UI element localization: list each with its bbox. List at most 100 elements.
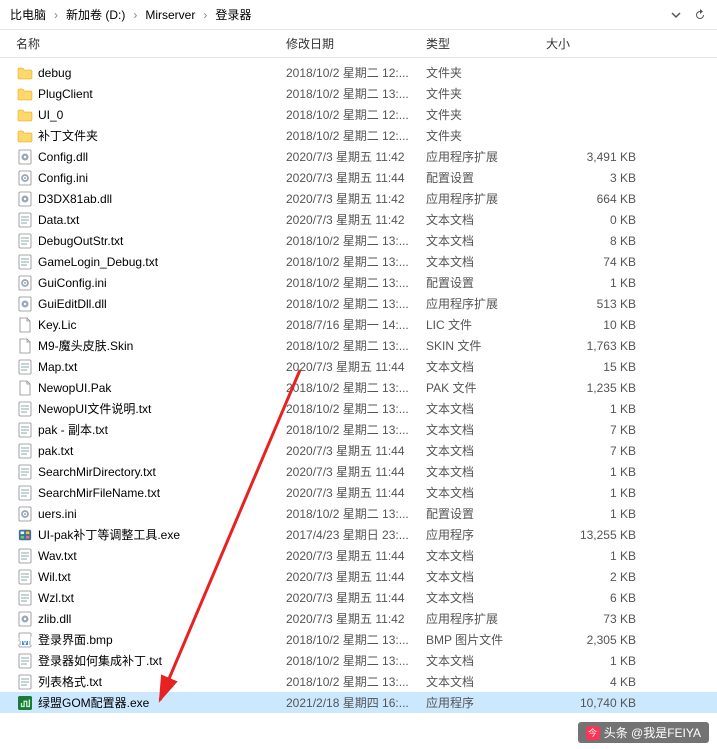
- gear-icon: [16, 611, 34, 627]
- file-name: GuiEditDll.dll: [38, 297, 286, 311]
- file-row[interactable]: pak.txt 2020/7/3 星期五 11:44 文本文档 7 KB: [0, 440, 717, 461]
- file-row[interactable]: 登录器如何集成补丁.txt 2018/10/2 星期二 13:... 文本文档 …: [0, 650, 717, 671]
- file-list: debug 2018/10/2 星期二 12:... 文件夹 PlugClien…: [0, 58, 717, 713]
- file-row[interactable]: debug 2018/10/2 星期二 12:... 文件夹: [0, 62, 717, 83]
- file-size: 6 KB: [546, 591, 636, 605]
- breadcrumb-bar: 比电脑 › 新加卷 (D:) › Mirserver › 登录器: [0, 0, 717, 30]
- file-type: 文本文档: [426, 400, 546, 417]
- file-row[interactable]: SearchMirFileName.txt 2020/7/3 星期五 11:44…: [0, 482, 717, 503]
- file-date: 2020/7/3 星期五 11:44: [286, 568, 426, 585]
- file-row[interactable]: zlib.dll 2020/7/3 星期五 11:42 应用程序扩展 73 KB: [0, 608, 717, 629]
- watermark-text: 头条 @我是FEIYA: [604, 724, 701, 741]
- file-row[interactable]: 绿盟GOM配置器.exe 2021/2/18 星期四 16:... 应用程序 1…: [0, 692, 717, 713]
- file-date: 2020/7/3 星期五 11:44: [286, 547, 426, 564]
- file-row[interactable]: 补丁文件夹 2018/10/2 星期二 12:... 文件夹: [0, 125, 717, 146]
- file-name: SearchMirFileName.txt: [38, 486, 286, 500]
- file-size: 1 KB: [546, 654, 636, 668]
- file-name: NewopUI.Pak: [38, 381, 286, 395]
- file-icon: [16, 380, 34, 396]
- file-row[interactable]: Wav.txt 2020/7/3 星期五 11:44 文本文档 1 KB: [0, 545, 717, 566]
- file-date: 2018/10/2 星期二 13:...: [286, 232, 426, 249]
- file-row[interactable]: UI-pak补丁等调整工具.exe 2017/4/23 星期日 23:... 应…: [0, 524, 717, 545]
- file-date: 2020/7/3 星期五 11:44: [286, 589, 426, 606]
- file-date: 2018/10/2 星期二 13:...: [286, 295, 426, 312]
- file-row[interactable]: Config.ini 2020/7/3 星期五 11:44 配置设置 3 KB: [0, 167, 717, 188]
- file-name: zlib.dll: [38, 612, 286, 626]
- file-type: SKIN 文件: [426, 337, 546, 354]
- file-row[interactable]: Wil.txt 2020/7/3 星期五 11:44 文本文档 2 KB: [0, 566, 717, 587]
- file-row[interactable]: PlugClient 2018/10/2 星期二 13:... 文件夹: [0, 83, 717, 104]
- file-type: 文本文档: [426, 253, 546, 270]
- file-row[interactable]: DebugOutStr.txt 2018/10/2 星期二 13:... 文本文…: [0, 230, 717, 251]
- breadcrumb-item[interactable]: 新加卷 (D:): [62, 6, 129, 23]
- file-name: 登录器如何集成补丁.txt: [38, 652, 286, 669]
- file-size: 513 KB: [546, 297, 636, 311]
- file-row[interactable]: GuiConfig.ini 2018/10/2 星期二 13:... 配置设置 …: [0, 272, 717, 293]
- file-type: 文件夹: [426, 127, 546, 144]
- file-type: 应用程序: [426, 526, 546, 543]
- file-date: 2018/10/2 星期二 13:...: [286, 505, 426, 522]
- file-size: 10 KB: [546, 318, 636, 332]
- file-row[interactable]: GameLogin_Debug.txt 2018/10/2 星期二 13:...…: [0, 251, 717, 272]
- file-type: 应用程序扩展: [426, 610, 546, 627]
- file-name: GuiConfig.ini: [38, 276, 286, 290]
- ini-icon: [16, 506, 34, 522]
- file-row[interactable]: Key.Lic 2018/7/16 星期一 14:... LIC 文件 10 K…: [0, 314, 717, 335]
- file-row[interactable]: SearchMirDirectory.txt 2020/7/3 星期五 11:4…: [0, 461, 717, 482]
- gear-icon: [16, 296, 34, 312]
- column-header-date[interactable]: 修改日期: [286, 35, 426, 52]
- breadcrumb-sep: ›: [199, 8, 211, 22]
- file-row[interactable]: Map.txt 2020/7/3 星期五 11:44 文本文档 15 KB: [0, 356, 717, 377]
- file-name: D3DX81ab.dll: [38, 192, 286, 206]
- file-date: 2018/10/2 星期二 13:...: [286, 274, 426, 291]
- file-row[interactable]: NewopUI.Pak 2018/10/2 星期二 13:... PAK 文件 …: [0, 377, 717, 398]
- file-size: 4 KB: [546, 675, 636, 689]
- file-type: 文件夹: [426, 106, 546, 123]
- file-row[interactable]: BMP 登录界面.bmp 2018/10/2 星期二 13:... BMP 图片…: [0, 629, 717, 650]
- file-date: 2020/7/3 星期五 11:44: [286, 484, 426, 501]
- column-header-size[interactable]: 大小: [546, 35, 646, 52]
- gear-icon: [16, 191, 34, 207]
- refresh-button[interactable]: [689, 4, 711, 26]
- breadcrumb-item[interactable]: 比电脑: [6, 6, 50, 23]
- txt-icon: [16, 569, 34, 585]
- file-name: 登录界面.bmp: [38, 631, 286, 648]
- file-name: Config.dll: [38, 150, 286, 164]
- file-type: 文本文档: [426, 568, 546, 585]
- file-size: 7 KB: [546, 423, 636, 437]
- file-row[interactable]: Config.dll 2020/7/3 星期五 11:42 应用程序扩展 3,4…: [0, 146, 717, 167]
- file-row[interactable]: Data.txt 2020/7/3 星期五 11:42 文本文档 0 KB: [0, 209, 717, 230]
- file-date: 2018/10/2 星期二 12:...: [286, 64, 426, 81]
- file-name: DebugOutStr.txt: [38, 234, 286, 248]
- history-dropdown-button[interactable]: [665, 4, 687, 26]
- file-size: 1 KB: [546, 486, 636, 500]
- file-row[interactable]: M9-魔头皮肤.Skin 2018/10/2 星期二 13:... SKIN 文…: [0, 335, 717, 356]
- file-size: 15 KB: [546, 360, 636, 374]
- breadcrumb-item[interactable]: Mirserver: [141, 8, 199, 22]
- file-row[interactable]: uers.ini 2018/10/2 星期二 13:... 配置设置 1 KB: [0, 503, 717, 524]
- breadcrumb-item[interactable]: 登录器: [211, 6, 255, 23]
- file-type: 文本文档: [426, 463, 546, 480]
- file-name: NewopUI文件说明.txt: [38, 400, 286, 417]
- file-row[interactable]: NewopUI文件说明.txt 2018/10/2 星期二 13:... 文本文…: [0, 398, 717, 419]
- file-row[interactable]: Wzl.txt 2020/7/3 星期五 11:44 文本文档 6 KB: [0, 587, 717, 608]
- file-date: 2020/7/3 星期五 11:42: [286, 190, 426, 207]
- column-header-type[interactable]: 类型: [426, 35, 546, 52]
- file-size: 1 KB: [546, 276, 636, 290]
- file-name: Wav.txt: [38, 549, 286, 563]
- column-header-name[interactable]: 名称: [16, 35, 286, 52]
- file-type: 文件夹: [426, 85, 546, 102]
- file-size: 1 KB: [546, 402, 636, 416]
- file-row[interactable]: UI_0 2018/10/2 星期二 12:... 文件夹: [0, 104, 717, 125]
- file-type: PAK 文件: [426, 379, 546, 396]
- file-name: Key.Lic: [38, 318, 286, 332]
- file-row[interactable]: 列表格式.txt 2018/10/2 星期二 13:... 文本文档 4 KB: [0, 671, 717, 692]
- folder-icon: [16, 128, 34, 144]
- file-size: 2,305 KB: [546, 633, 636, 647]
- file-row[interactable]: GuiEditDll.dll 2018/10/2 星期二 13:... 应用程序…: [0, 293, 717, 314]
- file-type: 文件夹: [426, 64, 546, 81]
- file-size: 74 KB: [546, 255, 636, 269]
- file-name: SearchMirDirectory.txt: [38, 465, 286, 479]
- file-row[interactable]: pak - 副本.txt 2018/10/2 星期二 13:... 文本文档 7…: [0, 419, 717, 440]
- file-row[interactable]: D3DX81ab.dll 2020/7/3 星期五 11:42 应用程序扩展 6…: [0, 188, 717, 209]
